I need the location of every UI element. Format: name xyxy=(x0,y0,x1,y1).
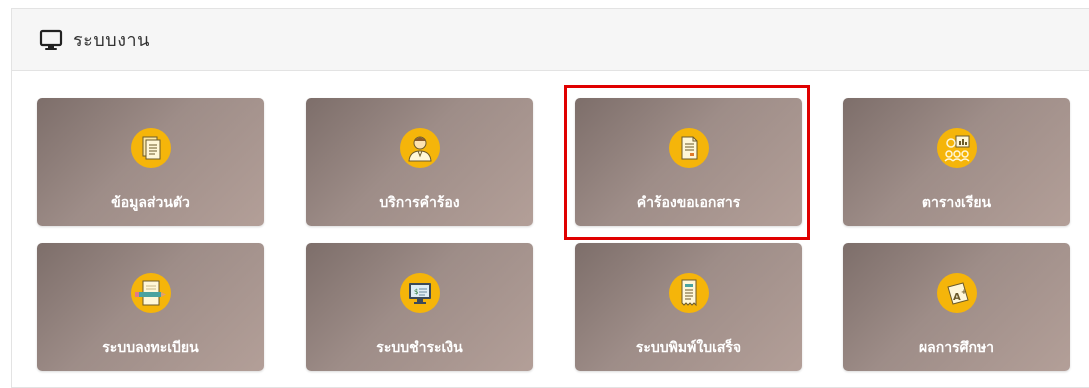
tile-label: ระบบลงทะเบียน xyxy=(102,340,199,356)
tile-label: ผลการศึกษา xyxy=(918,340,995,356)
registration-icon xyxy=(130,273,171,313)
tile-receipt-printing[interactable]: ระบบพิมพ์ใบเสร็จ xyxy=(575,243,802,371)
tile-payment[interactable]: $ ระบบชำระเงิน xyxy=(306,243,533,371)
document-request-icon xyxy=(668,128,709,168)
profile-document-icon xyxy=(130,128,171,168)
grade-board-icon: A + xyxy=(936,273,977,313)
tile-label: บริการคำร้อง xyxy=(379,195,460,211)
tile-registration[interactable]: ระบบลงทะเบียน xyxy=(37,243,264,371)
payment-monitor-icon: $ xyxy=(399,273,440,313)
tile-label: ระบบชำระเงิน xyxy=(376,340,463,356)
student-person-icon xyxy=(399,128,440,168)
tile-label: ตารางเรียน xyxy=(921,195,992,211)
tile-request-service[interactable]: บริการคำร้อง xyxy=(306,98,533,226)
tile-label: ระบบพิมพ์ใบเสร็จ xyxy=(635,340,742,356)
tile-document-request[interactable]: คำร้องขอเอกสาร xyxy=(575,98,802,226)
svg-text:$: $ xyxy=(414,288,418,296)
tile-label: ข้อมูลส่วนตัว xyxy=(111,195,190,211)
monitor-icon xyxy=(39,29,63,50)
svg-text:+: + xyxy=(961,288,967,296)
svg-text:A: A xyxy=(953,292,961,303)
tile-class-schedule[interactable]: ตารางเรียน xyxy=(843,98,1070,226)
panel-header: ระบบงาน xyxy=(12,9,1089,71)
tile-label: คำร้องขอเอกสาร xyxy=(636,195,741,211)
tile-personal-info[interactable]: ข้อมูลส่วนตัว xyxy=(37,98,264,226)
panel-title: ระบบงาน xyxy=(73,30,150,51)
receipt-icon xyxy=(668,273,709,313)
tile-academic-results[interactable]: A + ผลการศึกษา xyxy=(843,243,1070,371)
class-schedule-icon xyxy=(936,128,977,168)
